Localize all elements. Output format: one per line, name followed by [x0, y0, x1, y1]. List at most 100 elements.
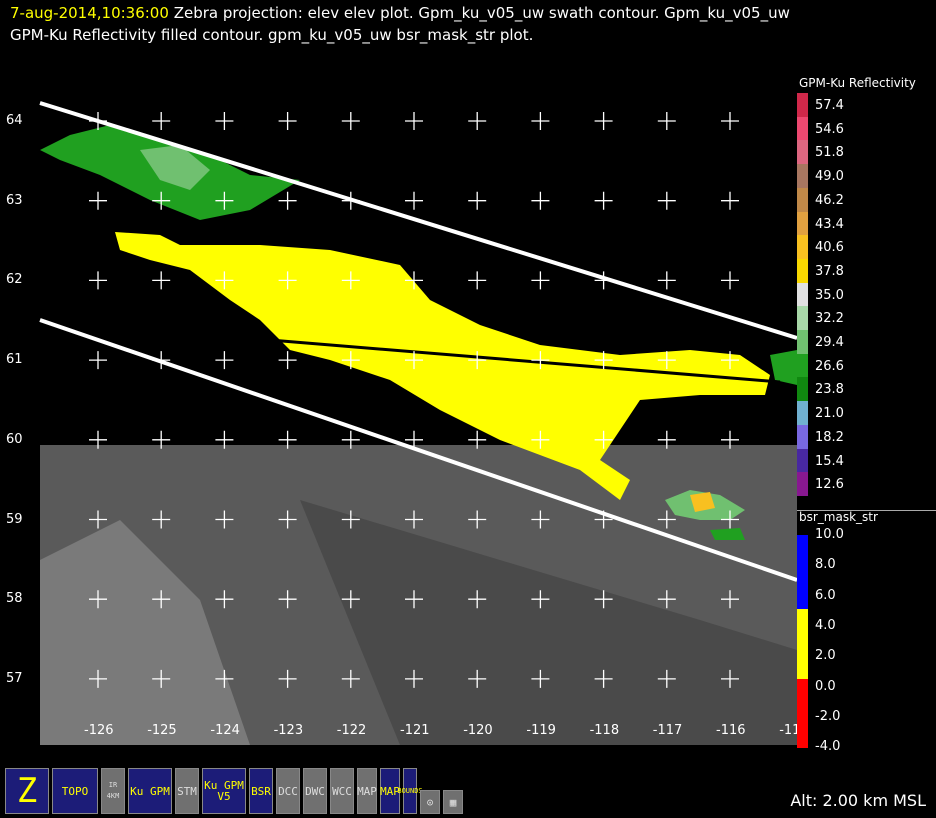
colorbar-ku-swatch	[797, 330, 808, 354]
colorbar-bsr-swatch	[797, 535, 808, 609]
lon-label: -117	[652, 723, 683, 738]
lat-label: 59	[6, 511, 23, 527]
grid-cross	[405, 191, 423, 210]
toolbar-button-stm[interactable]: STM	[175, 768, 199, 814]
grid-cross	[657, 191, 676, 210]
colorbar-ku-swatch	[797, 164, 808, 189]
toolbar-button-gpm-ku[interactable]: Ku GPM	[128, 768, 172, 814]
toolbar-button-gpm-ku-v5[interactable]: Ku GPM V5	[202, 768, 246, 814]
colorbar-bsr-label: -4.0	[815, 739, 841, 755]
toolbar-button-zebra[interactable]: Z	[5, 768, 49, 814]
toolbar-button-center[interactable]: ⊙	[420, 790, 440, 814]
colorbar-ku-title: GPM-Ku Reflectivity	[799, 76, 916, 90]
colorbar-ku-swatch	[797, 211, 808, 236]
grid-cross	[278, 191, 297, 210]
colorbar-ku-label: 40.6	[815, 240, 844, 256]
lon-label: -124	[210, 723, 240, 738]
colorbar-bsr-label: 0.0	[815, 678, 836, 694]
toolbar-button-map-gray[interactable]: MAP	[357, 768, 377, 814]
toolbar-button-bounds[interactable]: BOUNDS	[397, 768, 423, 814]
colorbar-ku-label: 32.2	[815, 311, 844, 327]
grid-cross	[405, 112, 423, 130]
grid-cross	[468, 191, 487, 210]
lon-label: -118	[589, 723, 620, 738]
colorbar-ku-label: 26.6	[815, 358, 844, 374]
colorbar-ku-label: 51.8	[815, 145, 844, 161]
grid-cross	[594, 191, 613, 210]
grid-cross	[215, 351, 234, 370]
colorbar-ku-label: 18.2	[815, 429, 844, 445]
colorbar-bsr-label: 6.0	[815, 587, 836, 603]
grid-cross	[278, 112, 297, 130]
colorbar-ku-swatch	[797, 353, 808, 378]
colorbar-ku-label: 37.8	[815, 263, 844, 279]
colorbar-ku-label: 54.6	[815, 121, 844, 137]
colorbar-ku-swatch	[797, 235, 808, 260]
colorbar-ku-label: 57.4	[815, 98, 844, 113]
toolbar-button-ir-4km[interactable]: IR 4KM	[101, 768, 125, 814]
lon-label: -119	[526, 723, 556, 738]
colorbar-ku-label: 29.4	[815, 335, 844, 350]
grid-cross	[215, 112, 234, 130]
grid-cross	[89, 271, 107, 290]
colorbar-ku-label: 12.6	[815, 477, 844, 493]
grid-cross	[468, 112, 487, 130]
colorbar-bsr-swatch	[797, 609, 808, 679]
colorbar-ku-label: 15.4	[815, 453, 844, 469]
grid-cross	[341, 191, 360, 210]
grid-cross	[531, 112, 550, 130]
grid-cross	[721, 112, 739, 130]
colorbar-bsr-label: -2.0	[815, 708, 841, 724]
colorbar-ku-label: 21.0	[815, 406, 844, 422]
lat-label: 60	[6, 431, 23, 447]
colorbar-bsr-label: 4.0	[815, 617, 836, 633]
grid-cross	[152, 351, 171, 370]
grid-cross	[89, 351, 107, 370]
colorbar-ku-label: 35.0	[815, 287, 844, 303]
toolbar-button-grid[interactable]: ▦	[443, 790, 463, 814]
colorbar-bsr-label: 2.0	[815, 648, 836, 664]
lat-label: 61	[6, 352, 23, 368]
grid-cross	[721, 191, 739, 210]
lat-label: 63	[6, 192, 23, 208]
colorbar-ku-swatch	[797, 306, 808, 331]
toolbar-button-dcc[interactable]: DCC	[276, 768, 300, 814]
grid-cross	[657, 112, 676, 130]
colorbar-ku-swatch	[797, 187, 808, 212]
lon-label: -121	[400, 723, 430, 738]
lon-label: -122	[336, 723, 367, 738]
colorbar-ku-swatch	[797, 258, 808, 283]
lat-label: 62	[6, 272, 23, 288]
lat-label: 64	[6, 113, 23, 128]
grid-cross	[152, 271, 171, 290]
toolbar-button-dwc[interactable]: DWC	[303, 768, 327, 814]
colorbar-ku-swatch	[797, 472, 808, 497]
colorbar-ku-swatch	[797, 424, 808, 449]
grid-cross	[468, 271, 487, 290]
colorbar-ku-swatch	[797, 116, 808, 141]
grid-cross	[657, 271, 676, 290]
lon-label: -120	[463, 723, 493, 738]
toolbar-button-wcc[interactable]: WCC	[330, 768, 354, 814]
lon-label: -123	[273, 723, 304, 738]
lat-label: 58	[6, 591, 23, 607]
colorbar-ku-swatch	[797, 140, 808, 165]
toolbar-button-topo[interactable]: TOPO	[52, 768, 98, 814]
colorbar-ku-swatch	[797, 282, 808, 307]
lon-label: -125	[147, 723, 177, 738]
lon-label: -126	[84, 723, 114, 738]
lat-label: 57	[6, 670, 23, 686]
grid-cross	[531, 271, 550, 290]
colorbar-bsr-swatch	[797, 679, 808, 748]
grid-cross	[152, 112, 171, 130]
toolbar-button-bsr[interactable]: BSR	[249, 768, 273, 814]
colorbar-bsr-title: bsr_mask_str	[799, 510, 878, 524]
colorbar-bsr-label: 8.0	[815, 557, 836, 573]
lon-label: -116	[716, 723, 746, 738]
grid-cross	[341, 112, 360, 130]
colorbar-bsr-label: 10.0	[815, 527, 844, 542]
grid-cross	[278, 351, 297, 370]
colorbar-ku-label: 46.2	[815, 192, 844, 208]
colorbar-ku-swatch	[797, 448, 808, 473]
map-plot[interactable]	[0, 0, 936, 818]
